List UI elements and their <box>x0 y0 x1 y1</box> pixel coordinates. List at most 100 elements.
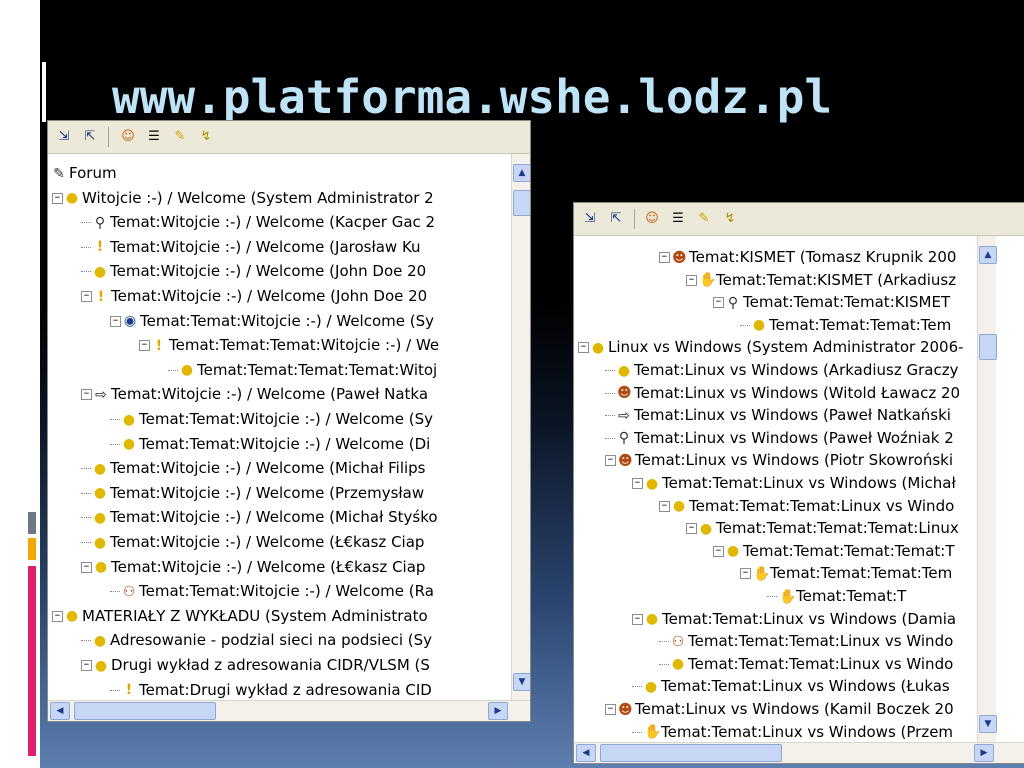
tree-row[interactable]: ● Temat:Witojcie :-) / Welcome (Michał Fi… <box>81 456 426 480</box>
tree-collapse-icon[interactable]: ⇱ <box>80 127 100 147</box>
tree-row[interactable]: ● Temat:Temat:Temat:Linux vs Windo <box>659 652 953 676</box>
tree-row[interactable]: ⚲ Temat:Witojcie :-) / Welcome (Kacper Ga… <box>81 210 435 234</box>
tree-row[interactable]: ⚲ Temat:Linux vs Windows (Paweł Woźniak 2 <box>605 426 954 450</box>
user-icon[interactable]: ☺ <box>642 209 662 229</box>
tree-collapse-icon[interactable]: ⇱ <box>606 209 626 229</box>
tree-collapse-toggle[interactable]: − <box>659 500 670 512</box>
tree-collapse-toggle[interactable]: − <box>713 297 724 309</box>
tree-row-label: Temat:Temat:Linux vs Windows (Damia <box>662 609 957 628</box>
scroll-right-button[interactable]: ▶ <box>488 702 508 720</box>
scroll-right-button[interactable]: ▶ <box>974 744 994 762</box>
tree-connector <box>81 468 91 470</box>
tree-row[interactable]: − ✋Temat:Temat:KISMET (Arkadiusz <box>686 268 956 292</box>
tree-collapse-toggle[interactable]: − <box>81 291 92 302</box>
tree-row[interactable]: ! Temat:Witojcie :-) / Welcome (Jarosław … <box>81 235 421 259</box>
vertical-scrollbar[interactable]: ▲ ▼ <box>977 236 997 743</box>
tree-row[interactable]: ● Temat:Temat:Temat:Tem <box>740 313 951 337</box>
tree-row-label: Temat:Linux vs Windows (Piotr Skowroński <box>635 451 953 470</box>
tree-row[interactable]: ✎ Forum <box>52 161 117 185</box>
tree-row[interactable]: ⇨ Temat:Linux vs Windows (Paweł Natkański <box>605 403 951 427</box>
tree-row[interactable]: − ● Temat:Temat:Temat:Linux vs Windo <box>659 494 954 518</box>
tree-collapse-toggle[interactable]: − <box>632 613 643 625</box>
tree-row[interactable]: ✋Temat:Temat:T <box>767 584 906 608</box>
tree-collapse-toggle[interactable]: − <box>632 478 643 489</box>
tree-row[interactable]: ● Temat:Witojcie :-) / Welcome (John Doe … <box>81 259 426 283</box>
tree-collapse-toggle[interactable]: − <box>713 545 724 557</box>
scroll-down-button[interactable]: ▼ <box>979 715 997 733</box>
tree-collapse-toggle[interactable]: − <box>605 704 616 715</box>
tree-collapse-toggle[interactable]: − <box>578 342 589 354</box>
tree-row[interactable]: ● Temat:Witojcie :-) / Welcome (Przemysła… <box>81 481 424 505</box>
tree-connector <box>767 596 777 597</box>
tree-row[interactable]: ● Temat:Linux vs Windows (Arkadiusz Gracz… <box>605 358 958 382</box>
tree-row[interactable]: − ● MATERIAŁY Z WYKŁADU (System Administra… <box>52 604 428 628</box>
scroll-thumb[interactable] <box>979 334 997 360</box>
scroll-up-button[interactable]: ▲ <box>513 164 530 182</box>
edit-icon[interactable]: ✎ <box>694 209 714 229</box>
list-icon[interactable]: ☰ <box>668 209 688 229</box>
tree-row[interactable]: − ● Temat:Temat:Linux vs Windows (Michał <box>632 471 956 495</box>
tree-collapse-toggle[interactable]: − <box>605 455 616 467</box>
tree-row[interactable]: −! Temat:Witojcie :-) / Welcome (John Doe… <box>81 284 427 308</box>
tree-row[interactable]: ⚇ Temat:Temat:Witojcie :-) / Welcome (Ra <box>110 579 434 603</box>
tree-row[interactable]: −! Temat:Temat:Temat:Witojcie :-) / We <box>139 333 439 357</box>
tree-expand-icon[interactable]: ⇲ <box>580 209 600 229</box>
lightbulb-icon: ● <box>699 520 713 537</box>
tree-collapse-toggle[interactable]: − <box>52 610 63 622</box>
people-icon: ⚇ <box>671 633 685 650</box>
user-icon[interactable]: ☺ <box>118 127 138 147</box>
chart-icon[interactable]: ↯ <box>196 127 216 147</box>
tree-row-label: Forum <box>69 164 117 182</box>
horizontal-scroll-thumb[interactable] <box>600 744 782 762</box>
tree-row[interactable]: − ◉ Temat:Temat:Witojcie :-) / Welcome (Sy <box>110 309 434 333</box>
scroll-left-button[interactable]: ◀ <box>50 702 70 720</box>
chart-icon[interactable]: ↯ <box>720 209 740 229</box>
tree-row[interactable]: − ● Temat:Temat:Linux vs Windows (Damia <box>632 607 956 631</box>
tree-row[interactable]: − ● Witojcie :-) / Welcome (System Adminis… <box>52 186 434 210</box>
tree-row[interactable]: ● Temat:Temat:Linux vs Windows (Łukas <box>632 674 950 698</box>
tree-row[interactable]: − ● Temat:Witojcie :-) / Welcome (Ł€kasz C… <box>81 555 425 579</box>
tree-row[interactable]: ☻ Temat:Linux vs Windows (Witold Ławacz 2… <box>605 381 960 405</box>
tree-collapse-toggle[interactable]: − <box>81 389 92 401</box>
scroll-down-button[interactable]: ▼ <box>513 673 530 691</box>
tree-row[interactable]: − ☻ Temat:Linux vs Windows (Piotr Skowrońs… <box>605 448 953 472</box>
edit-icon[interactable]: ✎ <box>170 127 190 147</box>
tree-row[interactable]: ● Temat:Witojcie :-) / Welcome (Michał St… <box>81 505 438 529</box>
vertical-scrollbar[interactable]: ▲ ▼ <box>511 154 530 701</box>
tree-row[interactable]: − ● Temat:Temat:Temat:Temat:Linux <box>686 516 959 540</box>
scroll-up-button[interactable]: ▲ <box>979 246 997 264</box>
scroll-left-button[interactable]: ◀ <box>576 744 596 762</box>
tree-collapse-toggle[interactable]: − <box>139 340 150 352</box>
tree-row[interactable]: − ⇨ Temat:Witojcie :-) / Welcome (Paweł Na… <box>81 382 428 406</box>
tree-row[interactable]: − ⚲ Temat:Temat:Temat:KISMET <box>713 290 950 314</box>
horizontal-scroll-thumb[interactable] <box>74 702 216 720</box>
tree-collapse-toggle[interactable]: − <box>686 274 697 286</box>
tree-collapse-toggle[interactable]: − <box>659 252 670 263</box>
tree-row[interactable]: − ☻ Temat:Linux vs Windows (Kamil Boczek 2… <box>605 697 954 721</box>
list-icon[interactable]: ☰ <box>144 127 164 147</box>
tree-row[interactable]: ● Temat:Temat:Witojcie :-) / Welcome (Sy <box>110 407 433 431</box>
tree-row[interactable]: ● Temat:Witojcie :-) / Welcome (Ł€kasz Ci… <box>81 530 424 554</box>
tree-collapse-toggle[interactable]: − <box>52 192 63 204</box>
tree-collapse-toggle[interactable]: − <box>740 568 751 580</box>
tree-row[interactable]: − ● Drugi wykład z adresowania CIDR/VLSM (… <box>81 653 430 677</box>
tree-row[interactable]: − ● Temat:Temat:Temat:Temat:T <box>713 539 955 563</box>
tree-row[interactable]: ✋Temat:Temat:Linux vs Windows (Przem <box>632 720 953 743</box>
tree-row[interactable]: ● Temat:Temat:Temat:Temat:Witoj <box>168 358 437 382</box>
lightbulb-icon: ● <box>93 632 107 649</box>
scroll-thumb[interactable] <box>513 190 530 216</box>
tree-row[interactable]: ● Adresowanie - podzial sieci na podsieci… <box>81 628 432 652</box>
tree-row[interactable]: − ✋Temat:Temat:Temat:Tem <box>740 561 952 585</box>
tree-collapse-toggle[interactable]: − <box>81 660 92 671</box>
tree-expand-icon[interactable]: ⇲ <box>54 127 74 147</box>
tree-row[interactable]: ! Temat:Drugi wykład z adresowania CID <box>110 678 432 701</box>
tree-row[interactable]: − ● Linux vs Windows (System Administrator… <box>578 335 964 359</box>
horizontal-scrollbar[interactable]: ◀ ▶ <box>574 742 1024 763</box>
tree-collapse-toggle[interactable]: − <box>686 523 697 535</box>
tree-collapse-toggle[interactable]: − <box>110 315 121 327</box>
horizontal-scrollbar[interactable]: ◀ ▶ <box>48 700 530 721</box>
tree-row[interactable]: ⚇ Temat:Temat:Temat:Linux vs Windo <box>659 629 953 653</box>
tree-row[interactable]: ● Temat:Temat:Witojcie :-) / Welcome (Di <box>110 432 430 456</box>
tree-collapse-toggle[interactable]: − <box>81 561 92 573</box>
tree-row[interactable]: − ☻ Temat:KISMET (Tomasz Krupnik 200 <box>659 245 956 269</box>
